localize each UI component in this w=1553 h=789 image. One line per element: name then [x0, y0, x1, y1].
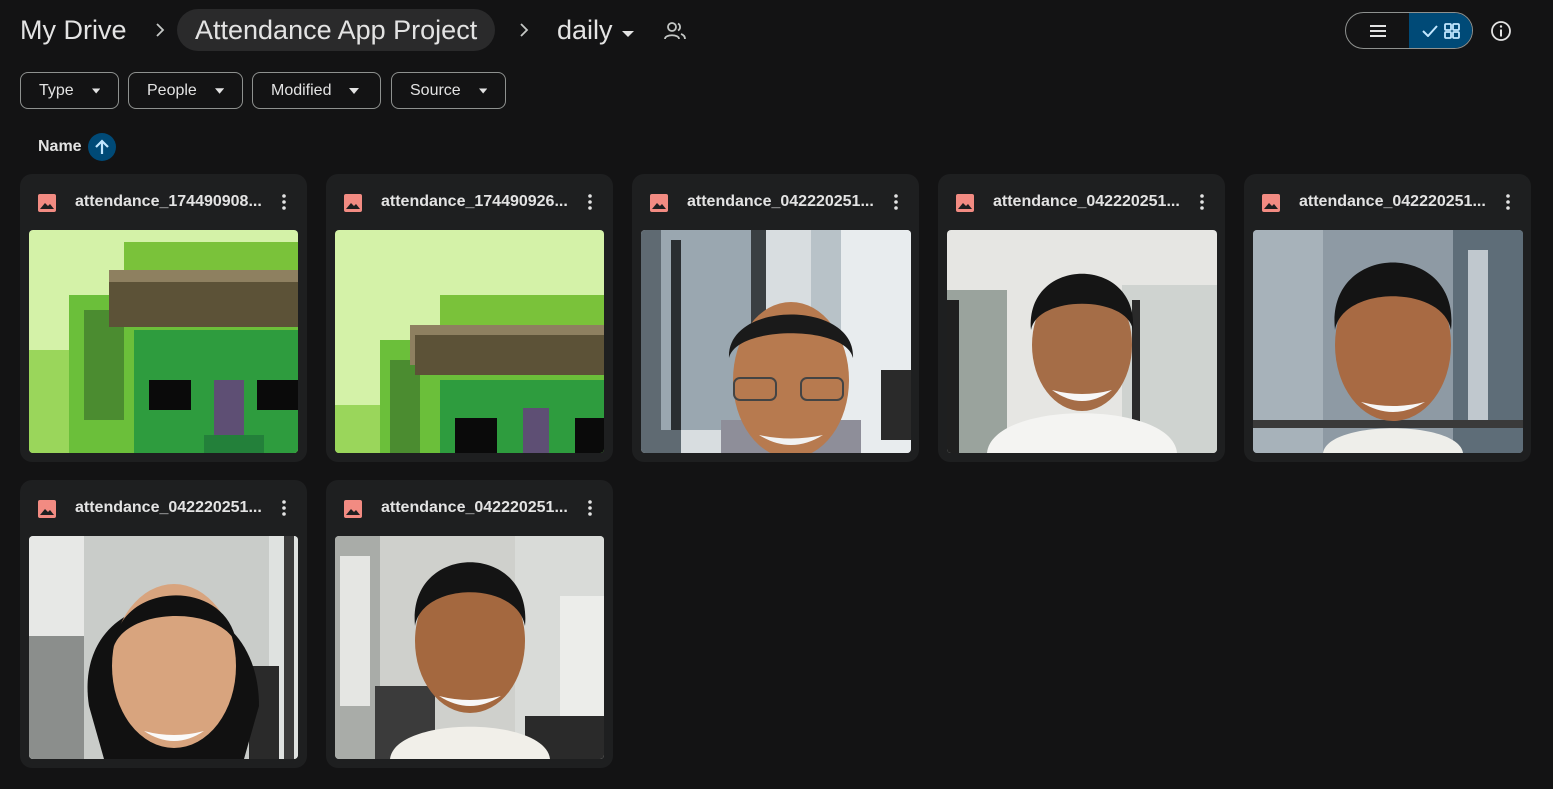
file-name: attendance_042220251...	[687, 193, 874, 210]
image-file-icon	[343, 193, 363, 213]
image-file-icon	[955, 193, 975, 213]
file-name: attendance_174490908...	[75, 193, 262, 210]
breadcrumb-attendance-app-project[interactable]: Attendance App Project	[177, 9, 496, 51]
filter-source-chip[interactable]: Source	[391, 72, 506, 109]
check-icon	[1421, 24, 1438, 37]
file-thumbnail[interactable]	[947, 230, 1217, 453]
more-vert-icon[interactable]	[1500, 191, 1516, 213]
filter-people-chip[interactable]: People	[128, 72, 243, 109]
filter-source-label: Source	[410, 81, 461, 99]
image-file-icon	[37, 499, 57, 519]
breadcrumb-daily-label: daily	[557, 14, 613, 45]
file-card-header: attendance_174490926...	[326, 174, 613, 230]
list-view-button[interactable]	[1346, 13, 1409, 48]
filter-modified-label: Modified	[271, 81, 332, 99]
file-card[interactable]: attendance_042220251...	[1244, 174, 1531, 462]
file-card-header: attendance_042220251...	[326, 480, 613, 536]
file-thumbnail[interactable]	[335, 536, 604, 759]
file-name: attendance_042220251...	[1299, 193, 1486, 210]
grid-view-button[interactable]	[1409, 13, 1472, 48]
file-name: attendance_174490926...	[381, 193, 568, 210]
image-file-icon	[343, 499, 363, 519]
image-file-icon	[37, 193, 57, 213]
chevron-right-icon	[152, 18, 168, 42]
image-file-icon	[649, 193, 669, 213]
caret-down-icon	[91, 88, 100, 93]
file-card[interactable]: attendance_042220251...	[632, 174, 919, 462]
more-vert-icon[interactable]	[582, 497, 598, 519]
shared-people-icon[interactable]	[663, 20, 687, 42]
list-view-icon	[1369, 24, 1386, 37]
info-icon[interactable]	[1488, 18, 1514, 44]
file-card-header: attendance_042220251...	[20, 480, 307, 536]
file-thumbnail[interactable]	[29, 536, 298, 759]
header: My Drive Attendance App Project daily	[0, 0, 1553, 62]
file-name: attendance_042220251...	[75, 499, 262, 516]
more-vert-icon[interactable]	[1194, 191, 1210, 213]
breadcrumb-my-drive[interactable]: My Drive	[20, 9, 127, 51]
file-card[interactable]: attendance_042220251...	[20, 480, 307, 768]
file-thumbnail[interactable]	[1253, 230, 1523, 453]
file-card[interactable]: attendance_042220251...	[326, 480, 613, 768]
more-vert-icon[interactable]	[888, 191, 904, 213]
grid-view-icon	[1443, 22, 1460, 39]
file-name: attendance_042220251...	[993, 193, 1180, 210]
file-thumbnail[interactable]	[29, 230, 298, 453]
filter-type-chip[interactable]: Type	[20, 72, 119, 109]
caret-down-icon	[621, 15, 635, 46]
more-vert-icon[interactable]	[582, 191, 598, 213]
chevron-right-icon	[516, 18, 532, 42]
file-card-header: attendance_042220251...	[632, 174, 919, 230]
more-vert-icon[interactable]	[276, 191, 292, 213]
more-vert-icon[interactable]	[276, 497, 292, 519]
file-card[interactable]: attendance_042220251...	[938, 174, 1225, 462]
filter-type-label: Type	[39, 81, 74, 99]
caret-down-icon	[214, 87, 224, 94]
view-toggle	[1345, 12, 1473, 49]
image-file-icon	[1261, 193, 1281, 213]
file-card[interactable]: attendance_174490908...	[20, 174, 307, 462]
sort-by-name[interactable]: Name	[38, 133, 116, 161]
file-thumbnail[interactable]	[335, 230, 604, 453]
file-card[interactable]: attendance_174490926...	[326, 174, 613, 462]
arrow-up-icon[interactable]	[87, 133, 116, 161]
file-card-header: attendance_174490908...	[20, 174, 307, 230]
file-name: attendance_042220251...	[381, 499, 568, 516]
sort-label: Name	[38, 138, 82, 155]
file-thumbnail[interactable]	[641, 230, 911, 453]
filter-modified-chip[interactable]: Modified	[252, 72, 381, 109]
filter-people-label: People	[147, 81, 197, 99]
file-card-header: attendance_042220251...	[938, 174, 1225, 230]
breadcrumb-daily[interactable]: daily	[557, 9, 635, 51]
caret-down-icon	[349, 87, 360, 94]
caret-down-icon	[478, 88, 487, 93]
file-card-header: attendance_042220251...	[1244, 174, 1531, 230]
